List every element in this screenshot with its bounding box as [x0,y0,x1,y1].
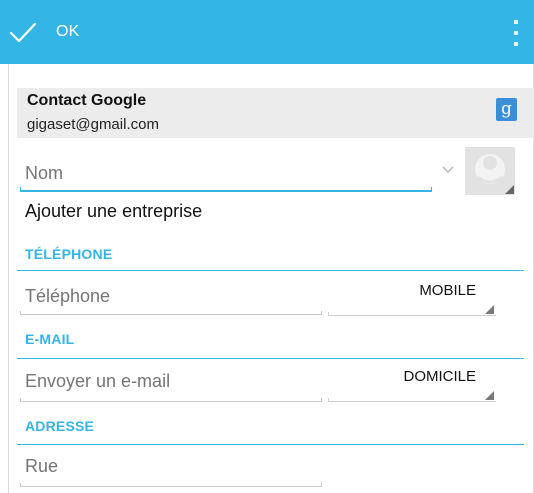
phone-type-underline [328,312,496,316]
street-field-underline [20,483,322,487]
section-divider-phone [17,270,524,271]
email-type-underline [328,398,496,402]
photo-corner-indicator [505,185,514,194]
chevron-down-icon[interactable] [441,162,455,176]
dropdown-corner-icon [485,305,494,314]
phone-type-label: MOBILE [419,282,476,299]
street-field[interactable] [20,448,322,484]
account-email: gigaset@gmail.com [27,116,159,133]
dropdown-corner-icon [485,391,494,400]
section-title-phone: TÉLÉPHONE [25,246,113,262]
google-account-glyph: g [501,99,512,119]
email-field[interactable] [20,363,322,399]
email-type-dropdown[interactable]: DOMICILE [328,360,496,402]
content-left-border [8,64,9,493]
section-title-address: ADRESSE [25,418,95,434]
email-type-label: DOMICILE [403,368,476,385]
phone-field-underline [20,311,322,315]
contact-photo-button[interactable] [465,147,515,195]
section-title-email: E-MAIL [25,331,75,347]
checkmark-icon [9,22,37,43]
overflow-menu-icon[interactable] [508,20,524,46]
name-field-underline [20,187,432,192]
name-field[interactable] [20,153,432,193]
email-field-underline [20,398,322,402]
account-name: Contact Google [27,92,147,109]
section-divider-email [17,358,524,359]
phone-type-dropdown[interactable]: MOBILE [328,274,496,316]
phone-field[interactable] [20,278,322,314]
done-button[interactable]: OK [8,10,80,54]
google-account-icon: g [496,98,517,121]
add-organization-link[interactable]: Ajouter une entreprise [25,201,202,222]
section-divider-address [17,444,524,445]
action-bar: OK [0,0,534,64]
account-header: Contact Google gigaset@gmail.com g [17,88,534,138]
done-label: OK [56,23,80,40]
